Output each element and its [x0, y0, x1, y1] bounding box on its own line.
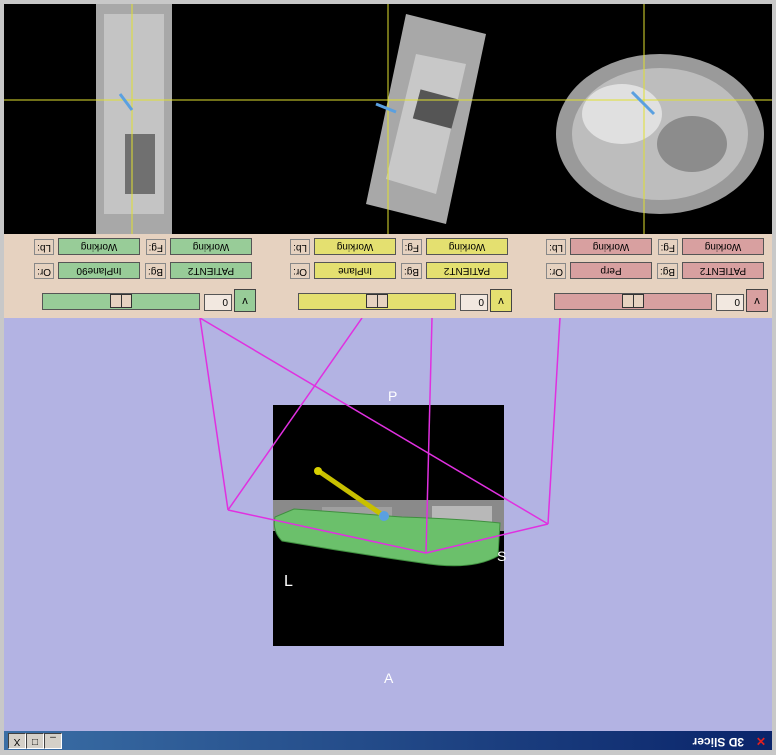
slice-offset-field[interactable]: 0: [204, 294, 232, 311]
orient-select[interactable]: InPlane90: [58, 262, 140, 279]
label-volume-select[interactable]: Working: [314, 238, 396, 255]
window-title: 3D Slicer: [692, 735, 744, 749]
label-volume-select[interactable]: Working: [58, 238, 140, 255]
slice-slider[interactable]: [298, 293, 456, 310]
view-menu-button[interactable]: v: [490, 289, 512, 312]
slice-offset-field[interactable]: 0: [460, 294, 488, 311]
app-logo-icon: ✕: [755, 734, 766, 748]
close-button[interactable]: X: [8, 733, 26, 749]
title-bar[interactable]: ✕ 3D Slicer _ □ X: [4, 731, 772, 751]
green-slice-image: [516, 2, 772, 234]
maximize-button[interactable]: □: [26, 733, 44, 749]
fg-volume-select[interactable]: Working: [682, 238, 764, 255]
slice-controls: v 0 PATIENT2 Bg: Perp Or: Working Fg: Wo…: [4, 234, 772, 318]
orient-label: Or:: [34, 263, 54, 279]
label-superior: S: [497, 548, 506, 564]
label-volume-select[interactable]: Working: [570, 238, 652, 255]
slice-offset-field[interactable]: 0: [716, 294, 744, 311]
upside-down-window: ✕ 3D Slicer _ □ X A P L S v 0 PATIENT2 B…: [0, 0, 776, 755]
fg-volume-select[interactable]: Working: [170, 238, 252, 255]
lb-label: Lb:: [34, 239, 54, 255]
orient-select[interactable]: Perp: [570, 262, 652, 279]
fg-volume-select[interactable]: Working: [426, 238, 508, 255]
slicer-app: ✕ 3D Slicer _ □ X A P L S v 0 PATIENT2 B…: [0, 0, 776, 755]
control-panel-yellow: v 0 PATIENT2 Bg: InPlane Or: Working Fg:…: [260, 234, 516, 318]
slice-view-red[interactable]: [4, 2, 260, 234]
yellow-slice-image: [260, 2, 516, 234]
bg-volume-select[interactable]: PATIENT2: [170, 262, 252, 279]
bg-label: Bg:: [656, 263, 678, 279]
orient-label: Or:: [546, 263, 566, 279]
orient-select[interactable]: InPlane: [314, 262, 396, 279]
bg-label: Bg:: [144, 263, 166, 279]
lb-label: Lb:: [546, 239, 566, 255]
lb-label: Lb:: [290, 239, 310, 255]
slice-view-yellow[interactable]: [260, 2, 516, 234]
control-panel-red: v 0 PATIENT2 Bg: Perp Or: Working Fg: Wo…: [516, 234, 772, 318]
slice-slider[interactable]: [42, 293, 200, 310]
fg-label: Fg:: [657, 239, 678, 255]
minimize-button[interactable]: _: [44, 733, 62, 749]
slider-thumb[interactable]: [366, 294, 388, 308]
label-left: L: [284, 573, 293, 590]
fg-label: Fg:: [401, 239, 422, 255]
bg-volume-select[interactable]: PATIENT2: [682, 262, 764, 279]
bg-label: Bg:: [400, 263, 422, 279]
label-posterior: P: [388, 388, 397, 404]
slice-slider[interactable]: [554, 293, 712, 310]
bg-volume-select[interactable]: PATIENT2: [426, 262, 508, 279]
slider-thumb[interactable]: [110, 294, 132, 308]
slice-view-green[interactable]: [516, 2, 772, 234]
slice-views: [4, 2, 772, 234]
view-menu-button[interactable]: v: [234, 289, 256, 312]
slider-thumb[interactable]: [622, 294, 644, 308]
label-anterior: A: [384, 670, 394, 686]
red-slice-image: [4, 2, 260, 234]
view-menu-button[interactable]: v: [746, 289, 768, 312]
orient-label: Or:: [290, 263, 310, 279]
fg-label: Fg:: [145, 239, 166, 255]
control-panel-green: v 0 PATIENT2 Bg: InPlane90 Or: Working F…: [4, 234, 260, 318]
3d-scene: A P L S: [199, 318, 561, 686]
3d-view[interactable]: A P L S: [4, 318, 772, 731]
